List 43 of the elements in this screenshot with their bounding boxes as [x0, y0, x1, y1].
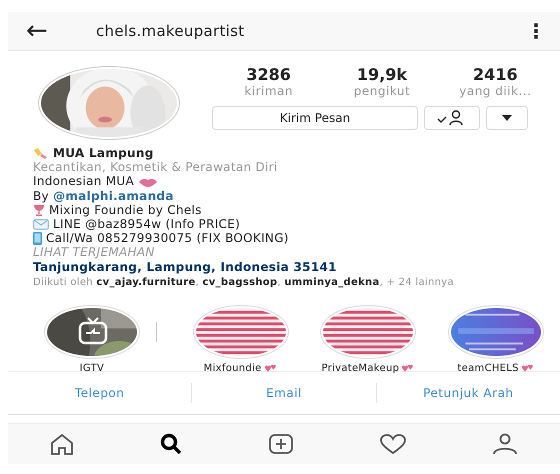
envelope-icon [33, 218, 49, 230]
menu-button[interactable]: ⋮ [526, 19, 546, 43]
contact-button[interactable]: Petunjuk Arah [376, 386, 560, 400]
lips-icon [138, 176, 158, 186]
bio-line: Indonesian MUA [33, 174, 134, 189]
highlight-label: IGTV [80, 363, 104, 374]
bio-line: LINE @baz8954w (Info PRICE) [53, 217, 240, 232]
search-icon [159, 433, 184, 456]
home-icon [50, 433, 74, 456]
profile-name: MUA Lampung [53, 146, 154, 160]
contact-button[interactable]: Telepon [8, 386, 192, 400]
dropdown-button[interactable] [486, 106, 528, 130]
tv-icon [78, 317, 108, 346]
phone-icon [33, 232, 42, 245]
bio-line: Mixing Foundie by Chels [49, 202, 202, 218]
lipstick-icon [33, 147, 49, 160]
bio-line: Call/Wa 085279930075 (FIX BOOKING) [46, 231, 289, 246]
heart-icon [378, 433, 407, 456]
stat-label: yang diik... [459, 84, 532, 98]
stat-count: 2416 [473, 65, 518, 84]
profile-icon [492, 433, 518, 456]
caret-icon [502, 115, 512, 121]
highlight-label: Mixfoundie [204, 363, 262, 374]
mention-link[interactable]: @malphi.amanda [53, 188, 174, 203]
translate-link[interactable]: LIHAT TERJEMAHAN [33, 245, 155, 260]
address-link[interactable]: Tanjungkarang, Lampung, Indonesia 35141 [33, 260, 337, 274]
back-button[interactable]: ← [26, 18, 96, 44]
contact-button[interactable]: Email [192, 386, 376, 400]
hearts-icon [399, 364, 416, 374]
highlight-label: teamCHELS [457, 363, 519, 374]
add-icon [268, 433, 294, 456]
followed-by-text: Diikuti oleh cv_ajay.furniture, cv_bagsshop, umminya_dekna, + 24 lainnya [33, 276, 455, 290]
goblet-icon [33, 204, 45, 216]
stat-count: 19,9k [356, 65, 408, 84]
category-label: Kecantikan, Kosmetik & Perawatan Diri [33, 160, 278, 174]
message-button[interactable]: Kirim Pesan [212, 106, 418, 130]
stat-label: pengikut [354, 84, 410, 98]
highlight-label: PrivateMakeup [321, 363, 400, 374]
stat-count: 3286 [246, 65, 291, 84]
stat-label: kiriman [244, 84, 294, 98]
username-title: chels.makeupartist [96, 22, 246, 40]
following-button[interactable] [424, 106, 480, 130]
bio-line: By @malphi.amanda [33, 188, 174, 203]
